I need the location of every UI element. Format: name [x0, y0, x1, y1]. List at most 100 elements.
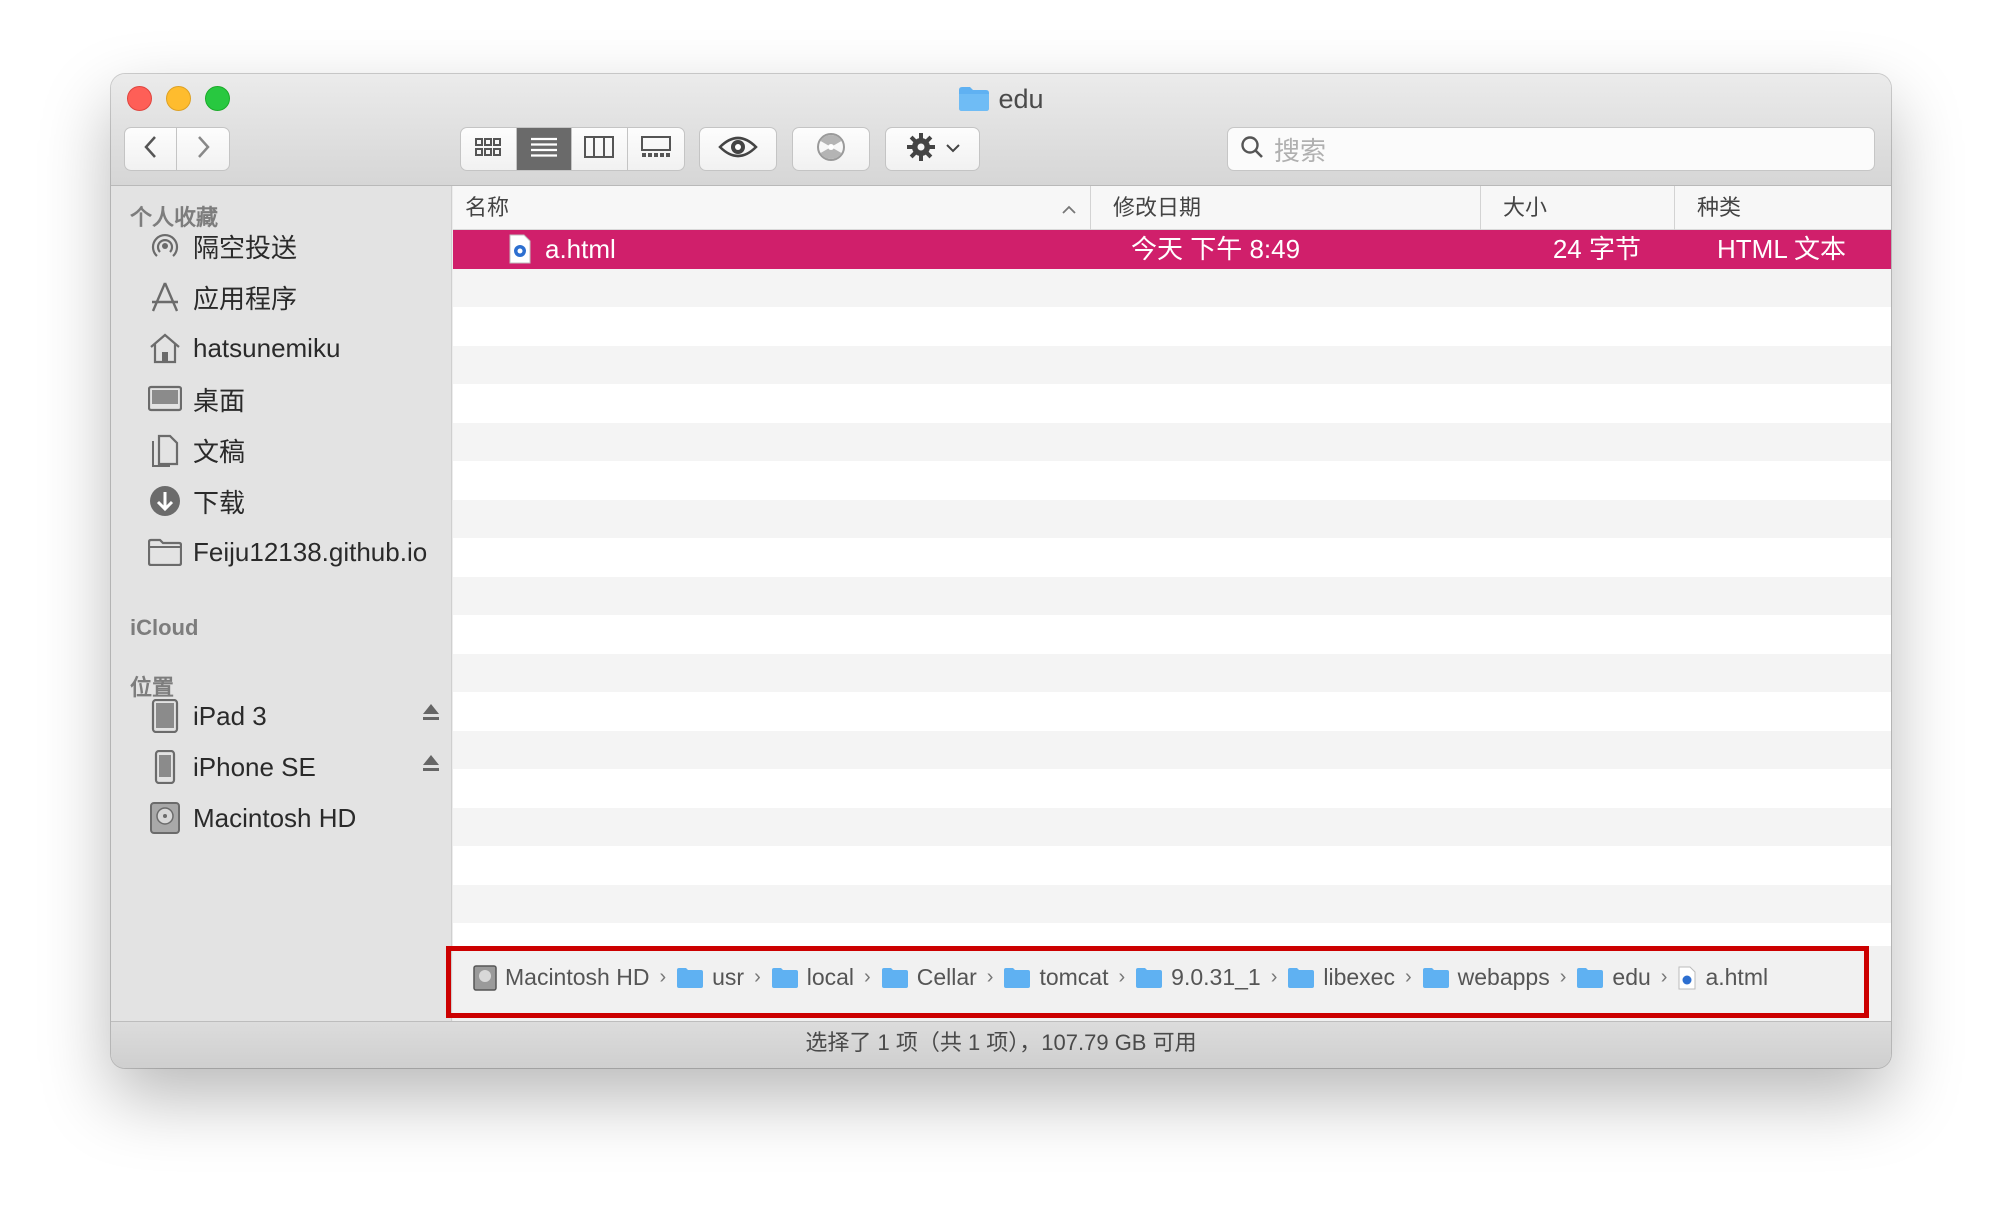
sidebar: 个人收藏 隔空投送 应用程序 hatsunemiku 桌面 文稿 下载 Feij…	[111, 186, 452, 1021]
sidebar-item-macintosh-hd[interactable]: Macintosh HD	[147, 796, 447, 840]
list-icon	[530, 137, 558, 162]
breadcrumb-label: Macintosh HD	[505, 964, 650, 990]
breadcrumb-label: tomcat	[1039, 964, 1109, 990]
toolbar: edu 搜索	[111, 74, 1891, 186]
breadcrumb-item[interactable]: Cellar ›	[881, 964, 1004, 991]
file-name: a.html	[545, 234, 616, 264]
chevron-right-icon: ›	[1559, 966, 1567, 988]
quick-look-button[interactable]	[699, 127, 777, 171]
sidebar-item-iphone[interactable]: iPhone SE	[147, 745, 447, 789]
folder-icon	[1422, 967, 1450, 989]
search-icon	[1240, 135, 1264, 164]
airdrop-icon	[147, 228, 183, 264]
breadcrumb-item[interactable]: edu ›	[1576, 964, 1677, 991]
column-header-kind[interactable]: 种类	[1697, 186, 1741, 230]
action-menu-button[interactable]	[885, 127, 980, 171]
eye-icon	[718, 135, 758, 164]
gallery-view-button[interactable]	[628, 128, 684, 170]
breadcrumb-label: edu	[1612, 964, 1651, 990]
sidebar-item-label: Macintosh HD	[193, 802, 357, 833]
window-title: edu	[111, 84, 1891, 119]
sidebar-item-home[interactable]: hatsunemiku	[147, 326, 447, 370]
sidebar-item-label: 文稿	[193, 436, 246, 467]
sidebar-item-label: Feiju12138.github.io	[193, 536, 428, 567]
column-view-button[interactable]	[572, 128, 628, 170]
breadcrumb-item[interactable]: libexec ›	[1287, 964, 1421, 991]
chevron-right-icon: ›	[659, 966, 667, 988]
list-view-button[interactable]	[516, 128, 572, 170]
column-header-modified[interactable]: 修改日期	[1113, 186, 1201, 230]
desktop-icon	[147, 381, 183, 417]
breadcrumb-label: webapps	[1457, 964, 1550, 990]
breadcrumb-item[interactable]: Macintosh HD ›	[473, 964, 676, 991]
breadcrumb: Macintosh HD › usr › local › Cellar › to…	[473, 964, 1768, 991]
column-header-size[interactable]: 大小	[1503, 186, 1547, 230]
burn-icon	[816, 132, 846, 167]
columns-icon	[584, 135, 615, 163]
sidebar-item-label: 桌面	[193, 385, 246, 416]
gallery-icon	[640, 135, 671, 163]
chevron-right-icon: ›	[754, 966, 761, 988]
breadcrumb-item[interactable]: webapps ›	[1422, 964, 1577, 991]
forward-button[interactable]	[177, 128, 229, 170]
breadcrumb-item[interactable]: usr ›	[676, 964, 771, 991]
downloads-icon	[147, 483, 183, 519]
chevron-right-icon	[195, 135, 211, 164]
folder-icon	[958, 86, 990, 119]
sidebar-item-airdrop[interactable]: 隔空投送	[147, 224, 447, 268]
sort-ascending-icon[interactable]	[1059, 186, 1079, 230]
sidebar-item-label: iPad 3	[193, 700, 267, 731]
chevron-right-icon: ›	[986, 966, 994, 988]
sidebar-item-feiju-folder[interactable]: Feiju12138.github.io	[147, 530, 447, 574]
file-size: 24 字节	[1552, 234, 1641, 264]
search-field[interactable]: 搜索	[1227, 127, 1875, 171]
table-row[interactable]: a.html 今天 下午 8:49 24 字节 HTML 文本	[453, 230, 1891, 269]
gear-icon	[906, 132, 936, 167]
share-button[interactable]	[792, 127, 870, 171]
breadcrumb-label: 9.0.31_1	[1171, 964, 1261, 990]
icon-view-button[interactable]	[461, 128, 517, 170]
folder-icon	[147, 534, 183, 570]
file-rows: a.html 今天 下午 8:49 24 字节 HTML 文本	[453, 230, 1891, 923]
sidebar-item-label: hatsunemiku	[193, 332, 341, 363]
iphone-icon	[147, 749, 183, 785]
sidebar-item-applications[interactable]: 应用程序	[147, 275, 447, 319]
breadcrumb-label: libexec	[1323, 964, 1395, 990]
sidebar-item-desktop[interactable]: 桌面	[147, 377, 447, 421]
chevron-right-icon: ›	[1118, 966, 1126, 988]
documents-icon	[147, 432, 183, 468]
home-icon	[147, 330, 183, 366]
sidebar-item-documents[interactable]: 文稿	[147, 428, 447, 472]
breadcrumb-item[interactable]: 9.0.31_1 ›	[1135, 964, 1287, 991]
hard-drive-icon	[473, 964, 497, 991]
chevron-right-icon: ›	[1660, 966, 1668, 988]
icloud-header: iCloud	[130, 615, 199, 640]
breadcrumb-item[interactable]: tomcat ›	[1003, 964, 1135, 991]
back-button[interactable]	[125, 128, 178, 170]
folder-icon	[1287, 967, 1315, 989]
chevron-left-icon	[143, 135, 159, 164]
breadcrumb-label: local	[806, 964, 855, 990]
breadcrumb-label: Cellar	[916, 964, 977, 990]
column-header-name[interactable]: 名称	[465, 186, 509, 230]
breadcrumb-item[interactable]: a.html	[1677, 964, 1768, 991]
folder-icon	[1576, 967, 1604, 989]
icon-grid-icon	[475, 137, 502, 162]
breadcrumb-label: a.html	[1705, 964, 1769, 990]
folder-icon	[771, 967, 799, 989]
chevron-right-icon: ›	[1404, 966, 1412, 988]
breadcrumb-item[interactable]: local ›	[771, 964, 881, 991]
view-mode-selector	[460, 127, 685, 171]
eject-icon[interactable]	[421, 702, 441, 727]
chevron-right-icon: ›	[864, 966, 871, 988]
file-list: 名称 修改日期 大小 种类 a.html 今天 下午 8:49 24 字节 HT…	[446, 186, 1891, 1021]
sidebar-item-ipad[interactable]: iPad 3	[147, 694, 447, 738]
status-bar: 选择了 1 项（共 1 项），107.79 GB 可用	[111, 1021, 1891, 1068]
html-file-icon	[1677, 966, 1697, 990]
eject-icon[interactable]	[421, 753, 441, 778]
file-kind: HTML 文本	[1717, 234, 1847, 264]
column-header: 名称 修改日期 大小 种类	[453, 186, 1891, 230]
search-placeholder: 搜索	[1274, 135, 1327, 166]
window-title-label: edu	[998, 84, 1044, 114]
sidebar-item-downloads[interactable]: 下载	[147, 479, 447, 523]
